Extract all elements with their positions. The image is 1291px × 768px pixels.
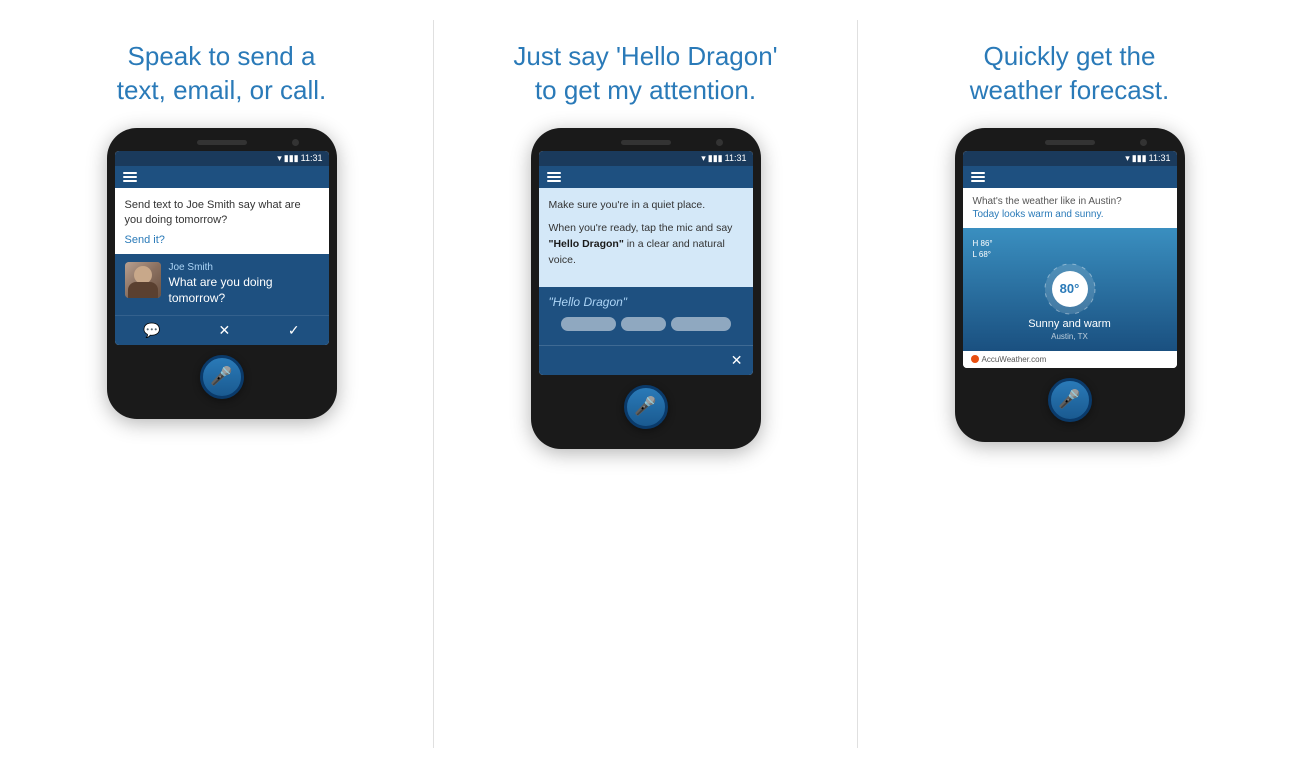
- accuweather-bar: AccuWeather.com: [963, 351, 1177, 368]
- app-bar-2: [539, 166, 753, 188]
- signal-icon: ▮▮▮: [284, 153, 299, 164]
- phone-3-bottom: 🎤: [1048, 368, 1092, 422]
- phone-2: ▾ ▮▮▮ 11:31 Make sure you're in a quiet …: [531, 128, 761, 449]
- hamburger-icon-2[interactable]: [547, 172, 561, 182]
- panel-1-title: Speak to send atext, email, or call.: [107, 40, 337, 108]
- mic-button-1[interactable]: 🎤: [200, 355, 244, 399]
- phone-1-bottom: 🎤: [200, 345, 244, 399]
- close-button[interactable]: ✕: [731, 352, 743, 369]
- signal-icon-2: ▮▮▮: [708, 153, 723, 164]
- instruction-1: Make sure you're in a quiet place.: [549, 198, 743, 214]
- time-2: 11:31: [725, 153, 747, 163]
- app-bar-1: [115, 166, 329, 188]
- camera-3: [1140, 139, 1147, 146]
- weather-answer: Today looks warm and sunny.: [973, 209, 1167, 220]
- weather-location: Austin, TX: [973, 332, 1167, 341]
- phone-3-top: [963, 140, 1177, 145]
- avatar: [125, 262, 161, 298]
- signal-icon-3: ▮▮▮: [1132, 153, 1147, 164]
- status-bar-1: ▾ ▮▮▮ 11:31: [115, 151, 329, 166]
- phone-3-screen: ▾ ▮▮▮ 11:31 What's the weather like in A…: [963, 151, 1177, 368]
- wave-bar-2: [621, 317, 666, 331]
- sun-graphic: 80°: [1045, 264, 1095, 314]
- speaker-2: [621, 140, 671, 145]
- wave-bar-3: [671, 317, 731, 331]
- chat-icon[interactable]: 💬: [143, 322, 160, 339]
- phone-2-screen: ▾ ▮▮▮ 11:31 Make sure you're in a quiet …: [539, 151, 753, 375]
- wave-bar-1: [561, 317, 616, 331]
- panels-container: Speak to send atext, email, or call. ▾ ▮…: [0, 0, 1291, 768]
- phone-2-bottom: 🎤: [624, 375, 668, 429]
- avatar-body: [128, 282, 158, 298]
- phone-1: ▾ ▮▮▮ 11:31 Send text to Joe Smith say w…: [107, 128, 337, 419]
- status-bar-2: ▾ ▮▮▮ 11:31: [539, 151, 753, 166]
- weather-header: What's the weather like in Austin? Today…: [963, 188, 1177, 228]
- message-content: Joe Smith What are you doing tomorrow?: [169, 262, 319, 306]
- panel-2-title: Just say 'Hello Dragon'to get my attenti…: [503, 40, 787, 108]
- weather-question: What's the weather like in Austin?: [973, 196, 1167, 207]
- chat-text: Send text to Joe Smith say what are you …: [125, 198, 319, 229]
- phone-3: ▾ ▮▮▮ 11:31 What's the weather like in A…: [955, 128, 1185, 442]
- mic-icon-3: 🎤: [1058, 389, 1080, 410]
- time-3: 11:31: [1149, 153, 1171, 163]
- cancel-icon[interactable]: ✕: [218, 322, 230, 339]
- status-icons-2: ▾ ▮▮▮ 11:31: [701, 153, 746, 164]
- weather-high: H 86°: [973, 238, 1167, 249]
- instruction-2: When you're ready, tap the mic and say "…: [549, 221, 743, 268]
- confirm-icon[interactable]: ✓: [288, 322, 300, 339]
- hamburger-icon-1[interactable]: [123, 172, 137, 182]
- instructions-area: Make sure you're in a quiet place. When …: [539, 188, 753, 287]
- wave-bars: [549, 317, 743, 331]
- wifi-icon: ▾: [277, 153, 282, 164]
- avatar-image: [125, 262, 161, 298]
- status-icons-3: ▾ ▮▮▮ 11:31: [1125, 153, 1170, 164]
- hamburger-icon-3[interactable]: [971, 172, 985, 182]
- wifi-icon-2: ▾: [701, 153, 706, 164]
- camera-1: [292, 139, 299, 146]
- camera-2: [716, 139, 723, 146]
- contact-name: Joe Smith: [169, 262, 319, 273]
- accuweather-logo: [971, 355, 979, 363]
- status-bar-3: ▾ ▮▮▮ 11:31: [963, 151, 1177, 166]
- speaker-1: [197, 140, 247, 145]
- weather-description: Sunny and warm: [973, 318, 1167, 330]
- weather-widget: H 86° L 68° 80° Sunny and warm Austin, T…: [963, 228, 1177, 351]
- mic-icon-2: 🎤: [634, 396, 656, 417]
- status-icons-1: ▾ ▮▮▮ 11:31: [277, 153, 322, 164]
- time-1: 11:31: [301, 153, 323, 163]
- action-bar: 💬 ✕ ✓: [115, 315, 329, 345]
- speaker-3: [1045, 140, 1095, 145]
- panel-3: Quickly get theweather forecast. ▾ ▮▮▮ 1…: [858, 20, 1281, 748]
- accuweather-label: AccuWeather.com: [982, 355, 1047, 364]
- send-it-label[interactable]: Send it?: [125, 234, 319, 246]
- message-preview: Joe Smith What are you doing tomorrow?: [115, 254, 329, 314]
- mic-button-2[interactable]: 🎤: [624, 385, 668, 429]
- phone-2-top: [539, 140, 753, 145]
- mic-icon-1: 🎤: [210, 366, 232, 387]
- app-bar-3: [963, 166, 1177, 188]
- message-text: What are you doing tomorrow?: [169, 275, 319, 306]
- panel-3-title: Quickly get theweather forecast.: [960, 40, 1179, 108]
- weather-low: L 68°: [973, 249, 1167, 260]
- panel-2: Just say 'Hello Dragon'to get my attenti…: [434, 20, 858, 748]
- weather-high-low: H 86° L 68°: [973, 238, 1167, 260]
- voice-prompt-text: "Hello Dragon": [549, 295, 743, 309]
- panel-1: Speak to send atext, email, or call. ▾ ▮…: [10, 20, 434, 748]
- phone-1-screen: ▾ ▮▮▮ 11:31 Send text to Joe Smith say w…: [115, 151, 329, 345]
- phone-1-top: [115, 140, 329, 145]
- sun-rays-svg: [1043, 262, 1097, 316]
- mic-button-3[interactable]: 🎤: [1048, 378, 1092, 422]
- chat-area: Send text to Joe Smith say what are you …: [115, 188, 329, 255]
- wifi-icon-3: ▾: [1125, 153, 1130, 164]
- hello-dragon-bold: "Hello Dragon": [549, 238, 624, 250]
- sun-container: 80°: [973, 264, 1167, 314]
- close-area: ✕: [539, 345, 753, 375]
- voice-prompt-area: "Hello Dragon": [539, 287, 753, 345]
